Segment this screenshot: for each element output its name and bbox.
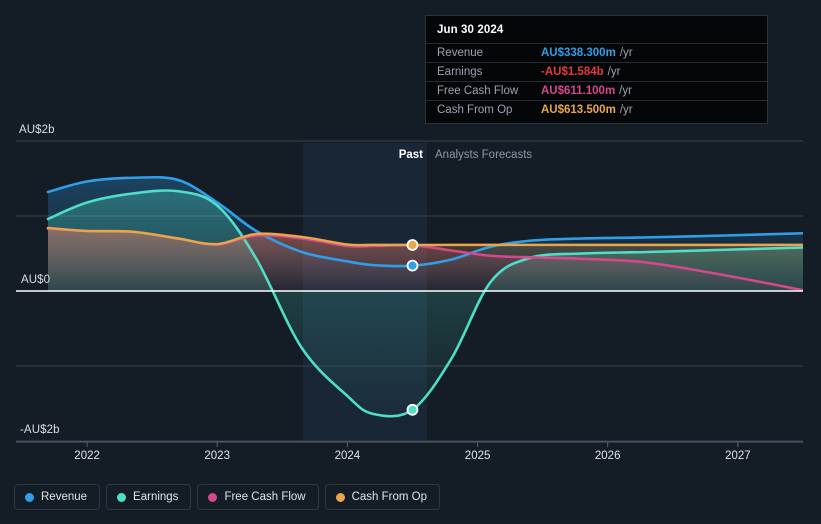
legend-item-earnings[interactable]: Earnings [106, 484, 192, 510]
x-axis-ticks [86, 442, 739, 447]
x-axis-label-2024: 2024 [334, 450, 361, 462]
tooltip-date: Jun 30 2024 [437, 24, 504, 36]
legend-item-revenue[interactable]: Revenue [14, 484, 101, 510]
tooltip-metric-value: -AU$1.584b [541, 66, 604, 78]
tooltip-row: Revenue AU$338.300m/yr [426, 43, 767, 62]
tooltip-metric-unit: /yr [619, 47, 633, 59]
legend-label: Revenue [41, 491, 88, 503]
x-axis-label-2023: 2023 [204, 450, 230, 462]
legend-color-dot [25, 492, 34, 502]
analysts-forecasts-label: Analysts Forecasts [435, 149, 533, 161]
tooltip-metric-value: AU$613.500m [541, 104, 616, 116]
y-axis-label-bottom: -AU$2b [20, 424, 60, 436]
tooltip-metric-unit: /yr [619, 104, 633, 116]
data-marker-revenue[interactable] [406, 259, 419, 272]
tooltip-metric-unit: /yr [619, 85, 632, 97]
tooltip-metric-label: Revenue [437, 47, 484, 59]
tooltip-rows: Revenue AU$338.300m/yr Earnings -AU$1.584b /… [426, 43, 767, 119]
x-axis-label-2025: 2025 [464, 450, 491, 462]
financial-performance-chart: AU$2b AU$0 -AU$2b 2022 2023 2024 2025 2026 20… [0, 0, 821, 524]
tooltip-metric-label: Cash From Op [437, 104, 513, 116]
tooltip-metric-value: AU$611.100m [541, 85, 616, 97]
data-marker-cash-from-op[interactable] [406, 239, 419, 251]
legend-label: Cash From Op [351, 491, 428, 503]
data-marker-earnings[interactable] [406, 403, 419, 416]
tooltip-row: Cash From Op AU$613.500m/yr [426, 100, 767, 119]
legend-color-dot [117, 492, 127, 502]
y-axis-label-zero: AU$0 [21, 274, 51, 286]
legend-label: Earnings [133, 491, 179, 503]
data-tooltip: Jun 30 2024 Revenue AU$338.300m/yr Earning… [425, 15, 768, 124]
x-axis-label-2026: 2026 [594, 450, 621, 462]
chart-legend[interactable]: Revenue Earnings Free Cash Flow Cash From O… [14, 484, 441, 510]
x-axis-label-2022: 2022 [74, 450, 100, 462]
tooltip-metric-label: Earnings [437, 66, 483, 78]
legend-item-free-cash-flow[interactable]: Free Cash Flow [197, 484, 319, 510]
tooltip-metric-label: Free Cash Flow [437, 85, 519, 97]
tooltip-row: Earnings -AU$1.584b/yr [426, 62, 767, 81]
legend-label: Free Cash Flow [224, 491, 306, 503]
tooltip-row: Free Cash Flow AU$611.100m/yr [426, 81, 767, 100]
legend-color-dot [335, 492, 345, 502]
x-axis-label-2027: 2027 [725, 450, 751, 462]
past-label: Past [398, 149, 423, 161]
legend-item-cash-from-op[interactable]: Cash From Op [324, 484, 441, 510]
tooltip-metric-value: AU$338.300m [541, 47, 616, 59]
legend-color-dot [208, 492, 218, 502]
tooltip-metric-unit: /yr [607, 66, 621, 78]
y-axis-label-top: AU$2b [19, 124, 55, 136]
